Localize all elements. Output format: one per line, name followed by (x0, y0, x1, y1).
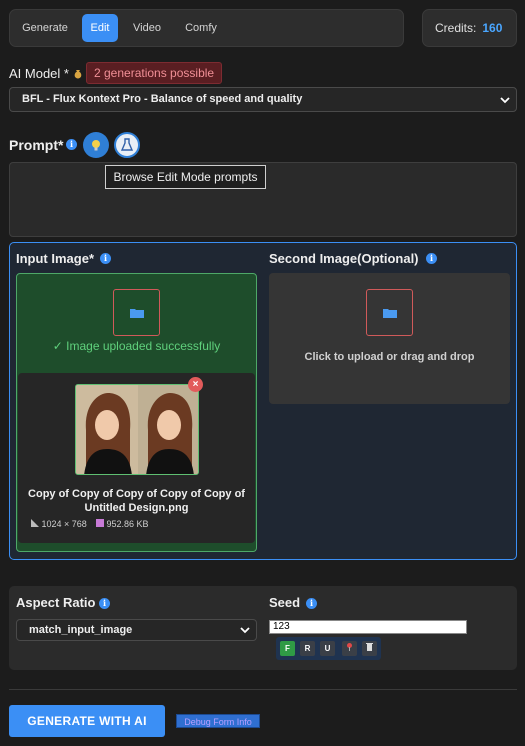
money-bag-icon (73, 67, 83, 79)
prompt-label: Prompt* (9, 137, 64, 153)
aspect-ratio-info-icon[interactable]: i (99, 598, 110, 609)
browse-prompts-tooltip: Browse Edit Mode prompts (105, 165, 266, 189)
credits-display: Credits: 160 (422, 9, 517, 47)
aspect-ratio-select[interactable]: match_input_image (16, 619, 257, 641)
second-image-info-icon[interactable]: i (426, 253, 437, 264)
chevron-down-icon (240, 627, 250, 634)
remove-image-button[interactable]: × (188, 377, 203, 392)
tab-comfy[interactable]: Comfy (176, 14, 226, 42)
pin-icon (347, 643, 352, 651)
folder-icon (130, 309, 144, 318)
aspect-ratio-label: Aspect Ratio (16, 595, 96, 610)
mode-tab-bar: Generate Edit Video Comfy (9, 9, 404, 47)
image-dimensions-text: 1024 × 768 (41, 519, 87, 529)
divider (9, 689, 517, 690)
seed-label: Seed (269, 595, 301, 610)
tab-video[interactable]: Video (124, 14, 170, 42)
generate-button[interactable]: GENERATE WITH AI (9, 705, 165, 737)
disk-icon (96, 519, 104, 527)
seed-clear-button[interactable] (362, 641, 377, 656)
ai-model-label: AI Model * (9, 66, 83, 81)
folder-icon (383, 309, 397, 318)
tab-generate[interactable]: Generate (16, 14, 74, 42)
prompt-ideas-button[interactable] (83, 132, 109, 158)
trash-icon (366, 643, 373, 651)
prompt-info-icon[interactable]: i (66, 139, 77, 150)
ai-model-label-text: AI Model * (9, 66, 69, 81)
generations-badge: 2 generations possible (86, 62, 223, 84)
seed-unique-button[interactable]: U (320, 641, 335, 656)
debug-form-info-button[interactable]: Debug Form Info (176, 714, 260, 728)
second-folder-button[interactable] (366, 289, 413, 336)
flask-icon (120, 138, 134, 151)
credits-label: Credits: (435, 21, 477, 35)
input-image-label: Input Image* (16, 251, 95, 266)
credits-value: 160 (482, 21, 503, 35)
upload-success-text: ✓ Image uploaded successfully (52, 339, 221, 353)
input-folder-button[interactable] (113, 289, 160, 336)
chevron-down-icon (500, 96, 510, 103)
tab-edit[interactable]: Edit (82, 14, 118, 42)
second-image-placeholder: Click to upload or drag and drop (304, 351, 475, 363)
ruler-icon (31, 519, 39, 527)
seed-button-group: F R U (276, 637, 381, 660)
ai-model-selected: BFL - Flux Kontext Pro - Balance of spee… (22, 93, 303, 105)
input-image-info-icon[interactable]: i (100, 253, 111, 264)
aspect-ratio-selected: match_input_image (29, 624, 133, 636)
image-filesize-text: 952.86 KB (106, 519, 149, 529)
uploaded-file-name: Copy of Copy of Copy of Copy of Copy of … (28, 488, 245, 514)
seed-random-button[interactable]: R (300, 641, 315, 656)
ai-model-select[interactable]: BFL - Flux Kontext Pro - Balance of spee… (9, 87, 517, 112)
uploaded-image-thumbnail (75, 384, 199, 475)
image-filesize: 952.86 KB (96, 519, 149, 529)
lightbulb-icon (92, 140, 100, 151)
seed-input[interactable]: 123 (269, 620, 467, 634)
seed-info-icon[interactable]: i (306, 598, 317, 609)
seed-fixed-button[interactable]: F (280, 641, 295, 656)
browse-prompts-button[interactable] (114, 132, 140, 158)
second-image-label: Second Image(Optional) (269, 251, 419, 266)
image-dimensions: 1024 × 768 (31, 519, 87, 529)
seed-pin-button[interactable] (342, 641, 357, 656)
